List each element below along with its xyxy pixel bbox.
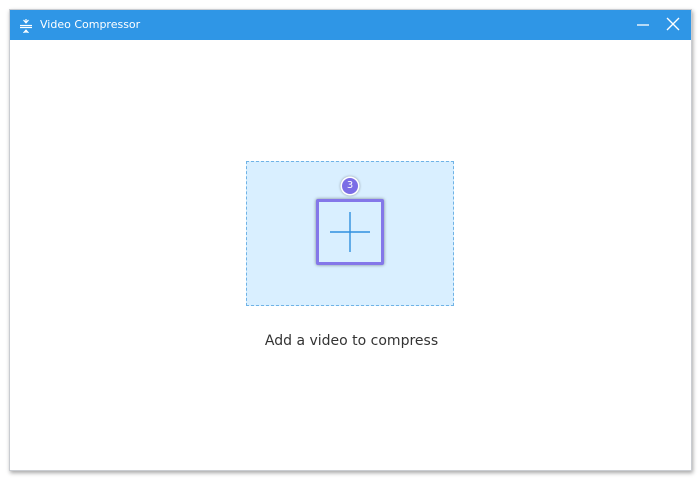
minimize-button[interactable]	[628, 10, 658, 40]
title-bar[interactable]: Video Compressor	[10, 10, 691, 40]
compress-icon	[19, 18, 33, 34]
window-title: Video Compressor	[40, 18, 141, 31]
step-badge: 3	[342, 178, 358, 194]
minimize-icon	[636, 16, 650, 35]
plus-icon	[319, 202, 381, 262]
drop-zone-caption: Add a video to compress	[264, 333, 439, 349]
close-icon	[666, 16, 680, 35]
add-video-button[interactable]	[316, 199, 384, 265]
app-window: Video Compressor 3 Add a video to compre…	[9, 9, 692, 471]
video-drop-zone[interactable]: 3	[246, 161, 454, 306]
close-button[interactable]	[658, 10, 688, 40]
screenshot-canvas: Video Compressor 3 Add a video to compre…	[0, 0, 700, 480]
